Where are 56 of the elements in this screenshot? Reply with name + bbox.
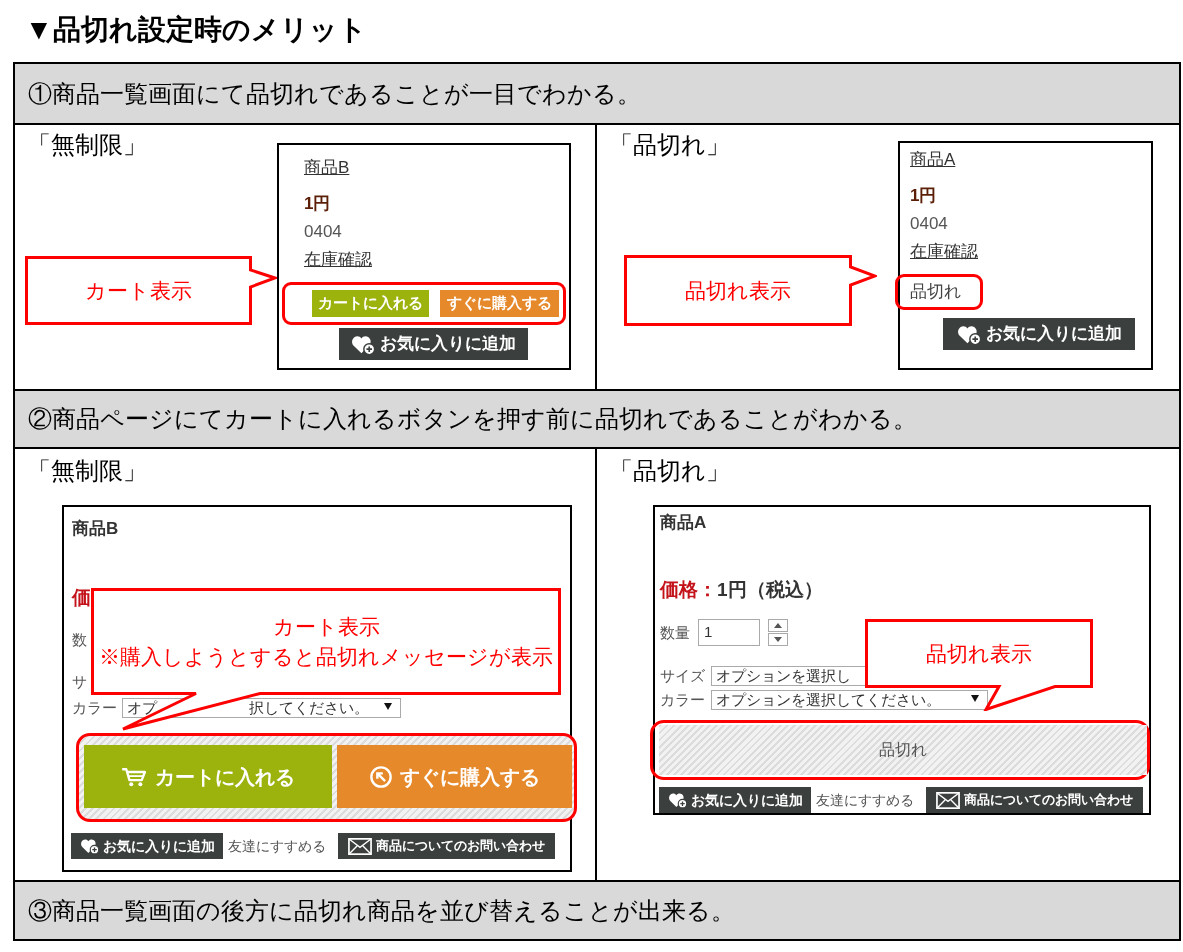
favorite-button[interactable]: お気に入りに追加 — [71, 833, 223, 859]
field-label: 数量 — [660, 622, 690, 643]
callout-text: 品切れ表示 — [926, 640, 1032, 667]
inquiry-button[interactable]: 商品についてのお問い合わせ — [926, 787, 1143, 813]
price-text: 1円 — [910, 186, 937, 206]
price-text: 1円（税込） — [717, 579, 823, 601]
down-triangle-icon — [774, 637, 782, 642]
envelope-icon — [936, 791, 960, 809]
section-heading: ②商品ページにてカートに入れるボタンを押す前に品切れであることがわかる。 — [15, 391, 1179, 449]
field-label: サ — [72, 672, 87, 692]
sold-out-button[interactable]: 品切れ — [659, 725, 1147, 775]
stock-label: 「無制限」 — [27, 457, 147, 485]
quantity-field[interactable]: 1 — [698, 619, 760, 646]
stock-check-link[interactable]: 在庫確認 — [304, 250, 372, 270]
heart-plus-icon — [79, 837, 100, 855]
caret-down-icon — [971, 694, 979, 702]
section-heading: ③商品一覧画面の後方に品切れ商品を並び替えることが出来る。 — [15, 882, 1179, 939]
product-title: 商品A — [660, 513, 707, 533]
callout-text: カート表示 — [272, 613, 380, 640]
page-title: ▼品切れ設定時のメリット — [25, 13, 367, 47]
favorite-button[interactable]: お気に入りに追加 — [943, 318, 1135, 350]
price-label: 価 — [72, 587, 91, 609]
product-name-link[interactable]: 商品A — [910, 150, 956, 170]
product-title: 商品B — [72, 519, 119, 539]
decrement-button[interactable] — [768, 633, 788, 646]
caret-down-icon — [384, 702, 392, 710]
field-label: カラー — [72, 698, 117, 718]
product-code: 0404 — [910, 214, 948, 234]
field-label: 数 — [72, 630, 87, 650]
field-label: サイズ — [660, 666, 705, 686]
product-name-link[interactable]: 商品B — [304, 158, 350, 178]
callout-text: 品切れ表示 — [685, 277, 791, 304]
stock-label: 「無制限」 — [27, 131, 147, 159]
up-triangle-icon — [774, 623, 782, 628]
cursor-circle-icon — [369, 765, 392, 788]
section-heading: ①商品一覧画面にて品切れであることが一目でわかる。 — [15, 64, 1179, 125]
stock-check-link[interactable]: 在庫確認 — [910, 242, 978, 262]
callout-text: カート表示 — [85, 277, 192, 304]
price-text: 1円 — [304, 194, 331, 214]
envelope-icon — [348, 837, 372, 855]
field-label: カラー — [660, 690, 705, 710]
stock-label: 「品切れ」 — [609, 457, 730, 485]
recommend-link[interactable]: 友達にすすめる — [228, 837, 326, 855]
option-dropdown[interactable]: オプションを選択してください。 — [711, 690, 988, 710]
callout-text: ※購入しようとすると品切れメッセージが表示 — [99, 643, 553, 670]
favorite-button[interactable]: お気に入りに追加 — [659, 787, 811, 813]
stock-label: 「品切れ」 — [609, 131, 730, 159]
favorite-button[interactable]: お気に入りに追加 — [339, 328, 528, 360]
heart-plus-icon — [667, 791, 688, 809]
sold-out-text: 品切れ — [910, 282, 961, 302]
increment-button[interactable] — [768, 619, 788, 632]
recommend-link[interactable]: 友達にすすめる — [816, 791, 914, 809]
cart-icon — [121, 766, 147, 787]
inquiry-button[interactable]: 商品についてのお問い合わせ — [338, 833, 555, 859]
product-code: 0404 — [304, 222, 342, 242]
price-label: 価格： — [660, 579, 717, 601]
